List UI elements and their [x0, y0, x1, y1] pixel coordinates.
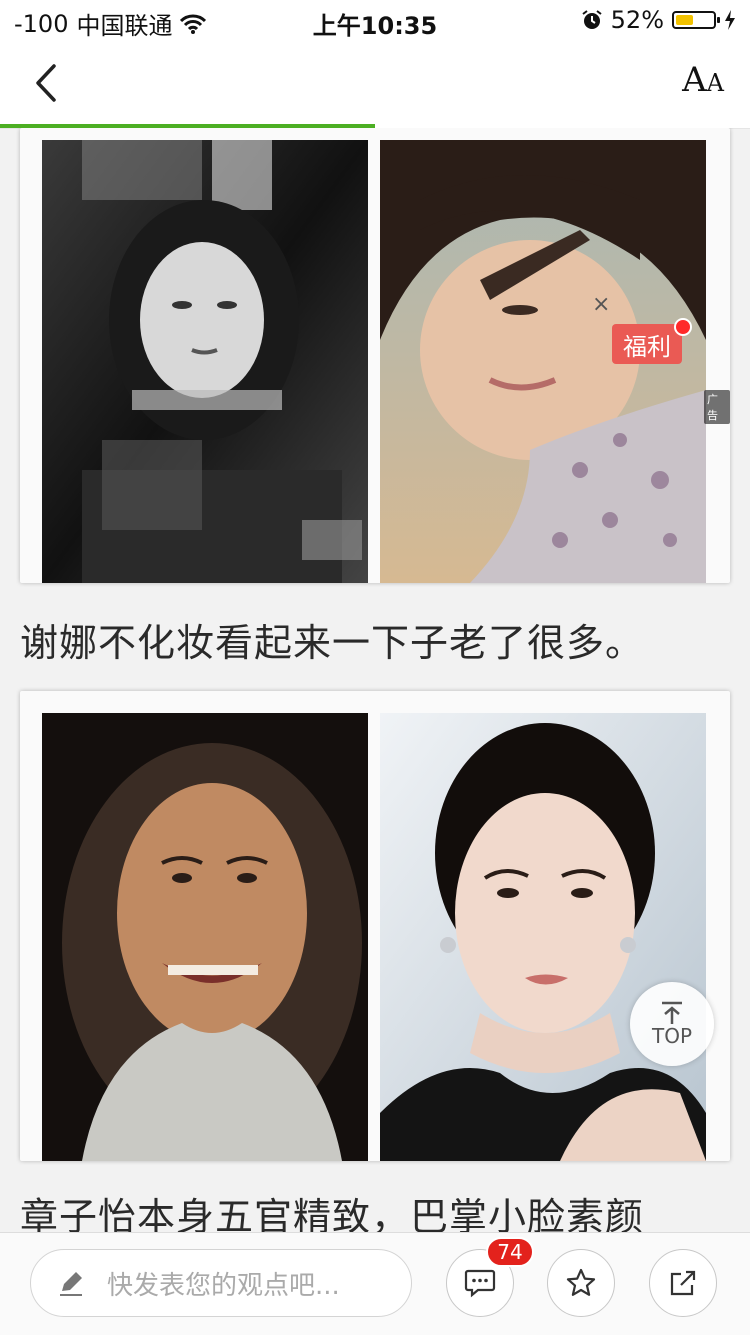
comment-icon — [464, 1269, 496, 1298]
font-size-big: A — [682, 60, 707, 100]
ad-notification-dot — [674, 318, 692, 336]
article-content: × 福利 广告 谢娜不化妆看起来一下子老了很多。 章子怡本身五官精致，巴掌小脸素… — [0, 128, 750, 1232]
favorite-button[interactable] — [547, 1249, 615, 1317]
status-bar: -100 中国联通 上午10:35 52% — [0, 0, 750, 40]
charging-icon — [725, 10, 735, 30]
battery-level — [676, 15, 693, 25]
battery-percent: 52% — [610, 6, 664, 34]
photo-bw — [42, 140, 368, 583]
ad-label: 广告 — [704, 390, 730, 424]
battery-icon — [672, 11, 720, 29]
back-to-top-button[interactable]: TOP — [630, 982, 714, 1066]
ad-close-icon[interactable]: × — [592, 292, 610, 317]
photo-bw-image — [42, 140, 368, 583]
comment-input[interactable]: 快发表您的观点吧... — [30, 1249, 412, 1317]
share-button[interactable] — [649, 1249, 717, 1317]
photo-makeup — [380, 713, 706, 1161]
pencil-icon — [60, 1272, 82, 1296]
star-icon — [566, 1268, 596, 1296]
photo-no-makeup-image — [42, 713, 368, 1161]
comment-placeholder: 快发表您的观点吧... — [107, 1270, 340, 1301]
comment-count-badge: 74 — [486, 1237, 534, 1267]
chevron-left-icon[interactable] — [26, 58, 70, 108]
alarm-icon — [582, 10, 602, 29]
image-pair-1: × 福利 广告 — [20, 128, 730, 583]
caption-2: 章子怡本身五官精致，巴掌小脸素颜 — [20, 1195, 645, 1232]
font-size-small: A — [706, 69, 724, 97]
font-size-button[interactable]: AA — [682, 60, 724, 100]
arrow-up-icon — [662, 1001, 682, 1024]
caption-1: 谢娜不化妆看起来一下子老了很多。 — [20, 621, 645, 665]
share-icon — [670, 1270, 696, 1296]
photo-makeup-image — [380, 713, 706, 1161]
nav-bar: AA — [0, 40, 750, 129]
top-label: TOP — [651, 1024, 693, 1048]
image-pair-2 — [20, 691, 730, 1161]
bottom-bar: 快发表您的观点吧... 74 — [0, 1232, 750, 1335]
ad-welfare-badge[interactable]: 福利 — [612, 324, 682, 364]
status-right: 52% — [581, 6, 736, 34]
photo-no-makeup — [42, 713, 368, 1161]
